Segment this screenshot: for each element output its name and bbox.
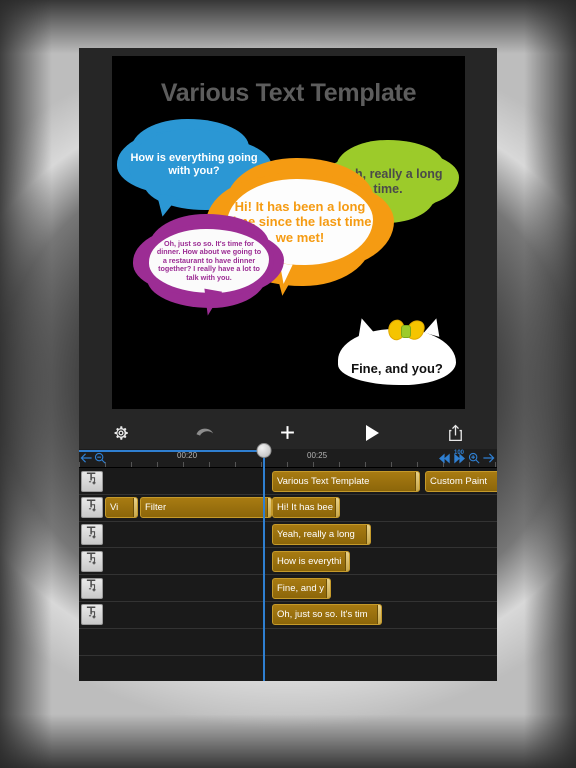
timeline-clip-label: Fine, and y: [277, 582, 324, 594]
add-text-track-button[interactable]: [81, 604, 103, 626]
add-text-track-button[interactable]: [81, 550, 103, 572]
ruler-tick-minor: [157, 462, 158, 467]
ruler-tick-minor: [365, 462, 366, 467]
ruler-tick-minor: [339, 462, 340, 467]
speech-bubble-purple[interactable]: Oh, just so so. It's time for dinner. Ho…: [144, 224, 274, 318]
playhead-knob[interactable]: [256, 443, 272, 458]
timeline-clip-label: Hi! It has bee: [277, 502, 333, 514]
timeline-clip-resize-handle[interactable]: [377, 605, 381, 625]
ruler-ticks: 00:20 00:25: [79, 449, 497, 467]
share-button[interactable]: [413, 416, 497, 449]
ruler-left-controls: [80, 452, 106, 464]
ruler-right-controls: [438, 452, 495, 464]
text-add-icon: [85, 605, 100, 625]
bubble-tail-orange: [270, 262, 300, 298]
timeline-clip-resize-handle[interactable]: [415, 471, 419, 491]
timeline-clip-label: Vi: [110, 502, 119, 514]
timeline-clip-label: Custom Paint: [430, 475, 488, 487]
timeline-track-row[interactable]: Fine, and y: [79, 575, 497, 602]
ruler-tick-minor: [209, 462, 210, 467]
timeline-clip-label: How is everythi: [277, 555, 342, 567]
timeline-clip-label: Oh, just so so. It's tim: [277, 609, 368, 621]
add-text-track-button[interactable]: [81, 470, 103, 492]
timeline-track-row[interactable]: [79, 629, 497, 656]
playhead-line: [263, 456, 265, 681]
timeline-clip[interactable]: Various Text Template: [272, 470, 420, 492]
ruler-tick-minor: [391, 462, 392, 467]
poster-title: Various Text Template: [160, 79, 417, 107]
timeline-track-row[interactable]: Yeah, really a long: [79, 522, 497, 549]
bubble-tail-blue: [153, 193, 179, 219]
bow-knot: [401, 325, 411, 338]
share-icon: [447, 424, 464, 442]
timeline-clip-resize-handle[interactable]: [335, 498, 339, 518]
timeline-clip[interactable]: Vi: [105, 497, 138, 519]
back-arrow-icon[interactable]: [80, 452, 93, 464]
timeline-clip-label: Various Text Template: [277, 475, 370, 487]
timeline-clip-resize-handle[interactable]: [133, 498, 137, 518]
timeline-tracks[interactable]: Various Text Template Custom Paint Vi Filt…: [79, 468, 497, 681]
timeline-clip-resize-handle[interactable]: [326, 578, 330, 598]
add-text-track-button[interactable]: [81, 577, 103, 599]
gear-icon: [112, 424, 130, 442]
bubble-tail-purple: [199, 288, 223, 318]
undo-icon: [194, 426, 214, 440]
ruler-tick-minor: [417, 462, 418, 467]
cat-ear-left-icon: [353, 316, 375, 337]
timeline-track-row[interactable]: Vi Filter Hi! It has bee: [79, 495, 497, 522]
add-text-track-button[interactable]: [81, 497, 103, 519]
preview-canvas[interactable]: Various Text Template How is everything …: [112, 56, 465, 409]
timeline-track-row[interactable]: [79, 656, 497, 681]
timeline-ruler[interactable]: 00:20 00:25 100: [79, 449, 497, 468]
add-text-track-button[interactable]: [81, 524, 103, 546]
bubble-text-purple: Oh, just so so. It's time for dinner. Ho…: [144, 224, 274, 298]
text-add-icon: [85, 551, 100, 571]
timeline-clip-label: Filter: [145, 502, 167, 514]
timeline-clip[interactable]: Yeah, really a long: [272, 524, 371, 546]
ruler-tick-minor: [313, 462, 314, 467]
timeline-clip[interactable]: Oh, just so so. It's tim: [272, 604, 382, 626]
text-add-icon: [85, 471, 100, 491]
timeline-track-row[interactable]: How is everythi: [79, 548, 497, 576]
timeline-clip[interactable]: Custom Paint: [425, 470, 497, 492]
zoom-percent-label: 100: [453, 450, 464, 456]
text-add-icon: [85, 578, 100, 598]
timeline-clip-resize-handle[interactable]: [366, 525, 370, 545]
play-icon: [364, 424, 380, 442]
timeline-clip[interactable]: Hi! It has bee: [272, 497, 340, 519]
timeline-clip-resize-handle[interactable]: [267, 498, 271, 518]
play-button[interactable]: [330, 416, 414, 449]
undo-button[interactable]: [163, 416, 247, 449]
ruler-time-label: 00:20: [177, 451, 198, 460]
zoom-out-icon[interactable]: [94, 452, 106, 464]
timeline-track-row[interactable]: Oh, just so so. It's tim: [79, 602, 497, 629]
app-window: Various Text Template How is everything …: [79, 48, 497, 681]
settings-button[interactable]: [79, 416, 163, 449]
ruler-tick-minor: [131, 462, 132, 467]
bow-icon: [385, 318, 427, 344]
cat-ear-right-icon: [423, 316, 445, 337]
timeline-clip[interactable]: Fine, and y: [272, 577, 331, 599]
rewind-icon[interactable]: [438, 453, 451, 464]
ruler-tick-minor: [183, 462, 184, 467]
ruler-tick-minor: [287, 462, 288, 467]
ruler-tick-minor: [235, 462, 236, 467]
forward-arrow-icon[interactable]: [482, 452, 495, 464]
speech-bubble-cat[interactable]: Fine, and you?: [338, 316, 456, 385]
zoom-in-icon[interactable]: [468, 452, 480, 464]
timeline-clip-label: Yeah, really a long: [277, 529, 355, 541]
editor-toolbar: [79, 416, 497, 449]
text-add-icon: [85, 498, 100, 518]
timeline-clip-resize-handle[interactable]: [345, 551, 349, 571]
timeline-track-row[interactable]: Various Text Template Custom Paint: [79, 468, 497, 495]
ruler-tick-minor: [495, 462, 496, 467]
ruler-time-label: 00:25: [307, 451, 328, 460]
timeline-clip[interactable]: How is everythi: [272, 550, 350, 572]
plus-icon: [279, 424, 296, 441]
bubble-text-cat: Fine, and you?: [351, 361, 443, 376]
ruler-tick-minor: [261, 462, 262, 467]
timeline-clip[interactable]: Filter: [140, 497, 272, 519]
text-add-icon: [85, 525, 100, 545]
